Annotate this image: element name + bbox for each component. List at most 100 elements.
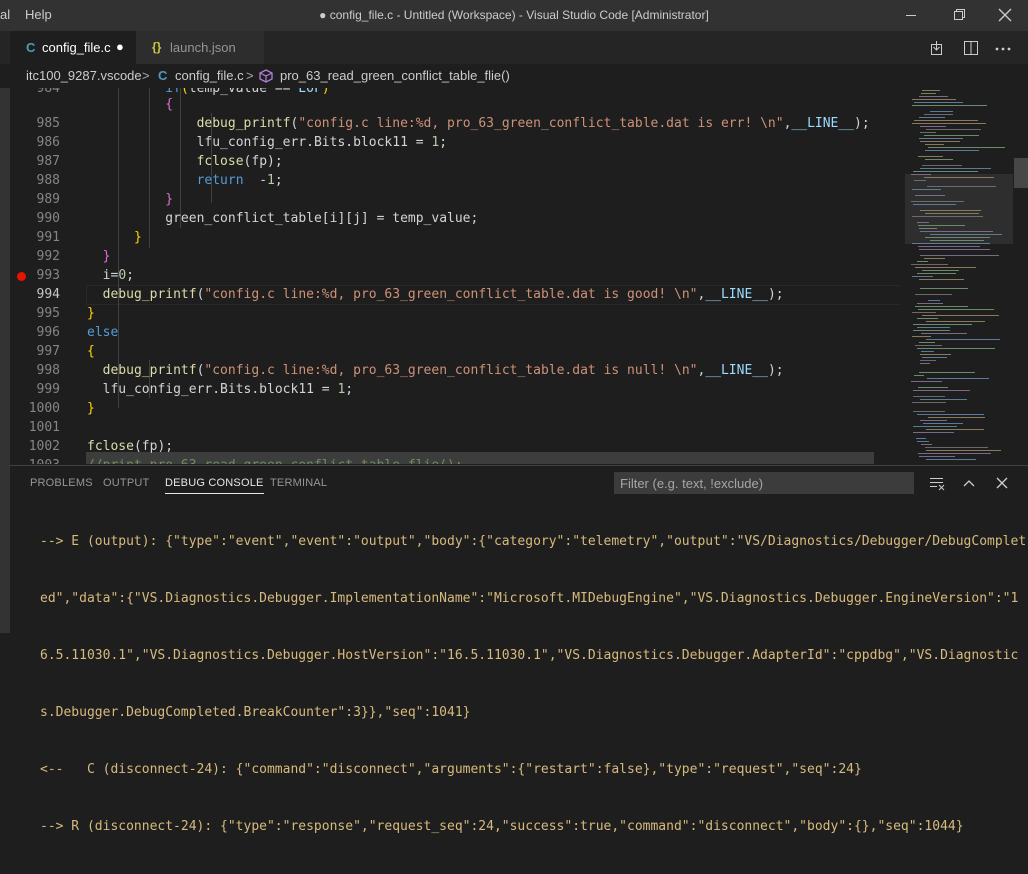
minimap-line [913, 396, 945, 397]
minimap-line [925, 144, 944, 145]
line-number: 996 [36, 325, 60, 340]
minimap-line [920, 420, 947, 421]
open-changes-icon [931, 41, 942, 55]
minimap-line [924, 135, 979, 136]
minimap-line [912, 123, 986, 124]
horizontal-scrollbar[interactable] [86, 452, 874, 464]
open-changes-button[interactable] [928, 39, 946, 57]
code-editor[interactable]: 984 985 986 987 988 989 990 991 992 993 … [10, 88, 900, 464]
line-number: 995 [36, 306, 60, 321]
tab-launch-json[interactable]: {} launch.json [136, 31, 264, 64]
minimap-line [911, 381, 942, 382]
chevron-right-icon: > [246, 68, 254, 83]
minimap-line [917, 261, 928, 262]
chevron-up-icon [963, 480, 975, 487]
code-line: debug_printf("config.c line:%d, pro_63_g… [196, 116, 870, 131]
json-file-icon: {} [152, 40, 162, 54]
minimap-line [922, 90, 940, 91]
minimap-line [917, 441, 929, 442]
minimap-line [921, 351, 934, 352]
minimap-line [913, 330, 950, 331]
line-number: 984 [36, 88, 60, 96]
clear-console-button[interactable] [928, 475, 946, 491]
split-editor-icon [964, 41, 978, 55]
console-line: --> E (output): {"type":"event","event":… [40, 534, 1027, 549]
debug-console-output[interactable]: --> E (output): {"type":"event","event":… [40, 494, 1027, 874]
breadcrumb-symbol[interactable]: pro_63_read_green_conflict_table_flie() [280, 68, 510, 83]
line-number: 998 [36, 363, 60, 378]
minimap-line [926, 321, 985, 322]
split-editor-button[interactable] [962, 39, 980, 57]
minimap-line [920, 288, 968, 289]
minimap-line [928, 300, 940, 301]
minimap-line [926, 459, 976, 460]
more-actions-button[interactable] [992, 39, 1014, 57]
minimap-line [914, 375, 924, 376]
minimap-line [915, 345, 942, 346]
breadcrumb: itc100_9287.vscode > C config_file.c > p… [0, 64, 1028, 88]
minimap-line [913, 390, 970, 391]
minimap-line [915, 306, 968, 307]
minimap-line [913, 426, 957, 427]
tab-debug-console[interactable]: DEBUG CONSOLE [165, 477, 264, 494]
minimap-line [920, 141, 960, 142]
minimap-line [917, 414, 984, 415]
code-line: green_conflict_table[i][j] = temp_value; [87, 211, 479, 226]
line-number: 993 [36, 268, 60, 283]
scrollbar-thumb[interactable] [1014, 158, 1028, 188]
line-number: 1000 [28, 401, 60, 416]
line-number: 999 [36, 382, 60, 397]
minimap-line [919, 456, 955, 457]
minimap-line [921, 444, 932, 445]
chevron-right-icon: > [142, 68, 150, 83]
minimap-line [918, 156, 943, 157]
minimap-line [919, 342, 935, 343]
code-line: } [165, 192, 174, 207]
vertical-scrollbar[interactable] [1013, 88, 1028, 464]
minimap-line [925, 150, 979, 151]
minimap-line [920, 132, 936, 133]
tab-config-file[interactable]: C config_file.c ● [10, 31, 136, 64]
minimap[interactable] [905, 88, 1013, 464]
minimap-viewport[interactable] [905, 174, 1013, 244]
minimap-line [919, 249, 990, 250]
console-line: --> R (disconnect-24): {"type":"response… [40, 819, 964, 834]
filter-input[interactable] [614, 472, 916, 494]
tab-terminal[interactable]: TERMINAL [270, 477, 327, 489]
minimap-line [917, 303, 943, 304]
minimap-line [919, 372, 975, 373]
minimap-line [912, 312, 936, 313]
code-line: return -1; [196, 173, 283, 188]
minimap-line [918, 309, 994, 310]
maximize-panel-button[interactable] [960, 475, 978, 491]
filter-box[interactable] [614, 472, 916, 494]
code-line: { [87, 344, 95, 359]
minimap-line [917, 273, 956, 274]
window-title: ● config_file.c - Untitled (Workspace) -… [319, 8, 709, 22]
minimap-line [920, 360, 936, 361]
code-line: debug_printf("config.c line:%d, pro_63_g… [102, 363, 784, 378]
breadcrumb-folder[interactable]: itc100_9287.vscode [26, 68, 142, 83]
code-line-current: debug_printf("config.c line:%d, pro_63_g… [102, 287, 784, 302]
unsaved-dot-icon[interactable]: ● [116, 39, 124, 54]
bottom-panel: PROBLEMS OUTPUT DEBUG CONSOLE TERMINAL -… [10, 465, 1028, 834]
code-line: } [102, 249, 111, 264]
close-window-button[interactable] [982, 0, 1028, 31]
close-panel-button[interactable] [993, 475, 1011, 491]
restore-button[interactable] [936, 0, 982, 31]
tab-output[interactable]: OUTPUT [103, 477, 149, 489]
minimap-line [911, 264, 948, 265]
console-line: s.Debugger.DebugCompleted.BreakCounter":… [40, 705, 471, 720]
line-number: 986 [36, 135, 60, 150]
minimize-button[interactable] [888, 0, 934, 31]
minimap-line [925, 447, 988, 448]
breadcrumb-file[interactable]: config_file.c [175, 68, 244, 83]
title-bar: al Help ● config_file.c - Untitled (Work… [0, 0, 1028, 31]
minimap-line [920, 363, 930, 364]
minimap-line [912, 276, 933, 277]
tab-problems[interactable]: PROBLEMS [30, 477, 93, 489]
minimap-line [922, 357, 947, 358]
minimap-line [924, 258, 945, 259]
c-file-icon: C [26, 40, 36, 55]
minimap-line [919, 96, 948, 97]
